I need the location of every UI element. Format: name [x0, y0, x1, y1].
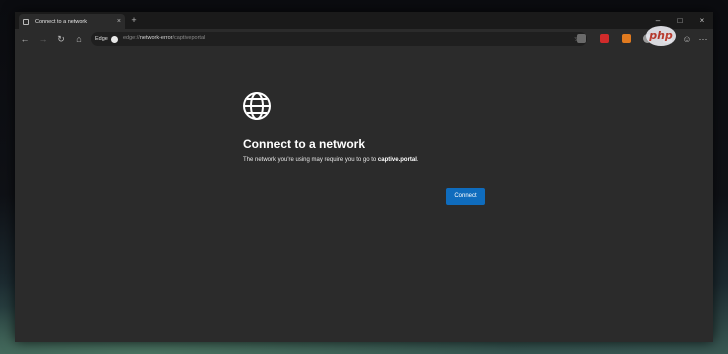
edge-label: Edge — [95, 36, 108, 42]
window-close-button[interactable]: × — [691, 12, 713, 29]
url-path: /captiveportal — [172, 35, 206, 41]
maximize-button[interactable]: □ — [669, 12, 691, 29]
page-icon — [23, 18, 29, 25]
desktop-background: Connect to a network × + – □ × ← → ↻ ⌂ E… — [0, 0, 728, 354]
address-bar[interactable]: Edge edge://network-error/captiveportal … — [91, 32, 587, 46]
url-scheme: edge:// — [123, 35, 140, 41]
navigation-toolbar: ← → ↻ ⌂ Edge edge://network-error/captiv… — [15, 29, 713, 49]
home-icon[interactable]: ⌂ — [73, 33, 85, 45]
tab-close-icon[interactable]: × — [117, 18, 121, 25]
edge-logo-icon — [110, 35, 118, 43]
back-icon[interactable]: ← — [19, 33, 31, 45]
page-content: Connect to a network The network you're … — [15, 49, 713, 342]
extension-icon[interactable] — [600, 34, 609, 43]
tab-title: Connect to a network — [35, 18, 87, 25]
forward-icon[interactable]: → — [37, 33, 49, 45]
connect-button[interactable]: Connect — [446, 188, 485, 205]
extension-icon[interactable] — [577, 34, 586, 43]
url-text[interactable]: edge://network-error/captiveportal — [123, 35, 205, 41]
refresh-icon[interactable]: ↻ — [55, 33, 67, 45]
tab-active[interactable]: Connect to a network × — [19, 14, 125, 29]
extension-icon[interactable] — [622, 34, 631, 43]
browser-window: Connect to a network × + – □ × ← → ↻ ⌂ E… — [15, 12, 713, 342]
message-period: . — [416, 157, 419, 163]
captive-portal-host: captive.portal — [377, 157, 417, 163]
page-message: The network you're using may require you… — [243, 157, 419, 163]
message-text: The network you're using may require you… — [243, 157, 378, 163]
new-tab-button[interactable]: + — [129, 15, 139, 25]
globe-icon — [243, 92, 271, 120]
settings-more-icon[interactable]: ⋯ — [697, 33, 709, 45]
emoji-feedback-icon[interactable]: ☺ — [681, 33, 693, 45]
url-host: network-error — [139, 35, 173, 41]
edge-badge: Edge — [95, 34, 118, 44]
page-title: Connect to a network — [243, 137, 366, 151]
watermark-logo: php — [646, 26, 676, 46]
tab-strip: Connect to a network × + – □ × — [15, 12, 713, 29]
